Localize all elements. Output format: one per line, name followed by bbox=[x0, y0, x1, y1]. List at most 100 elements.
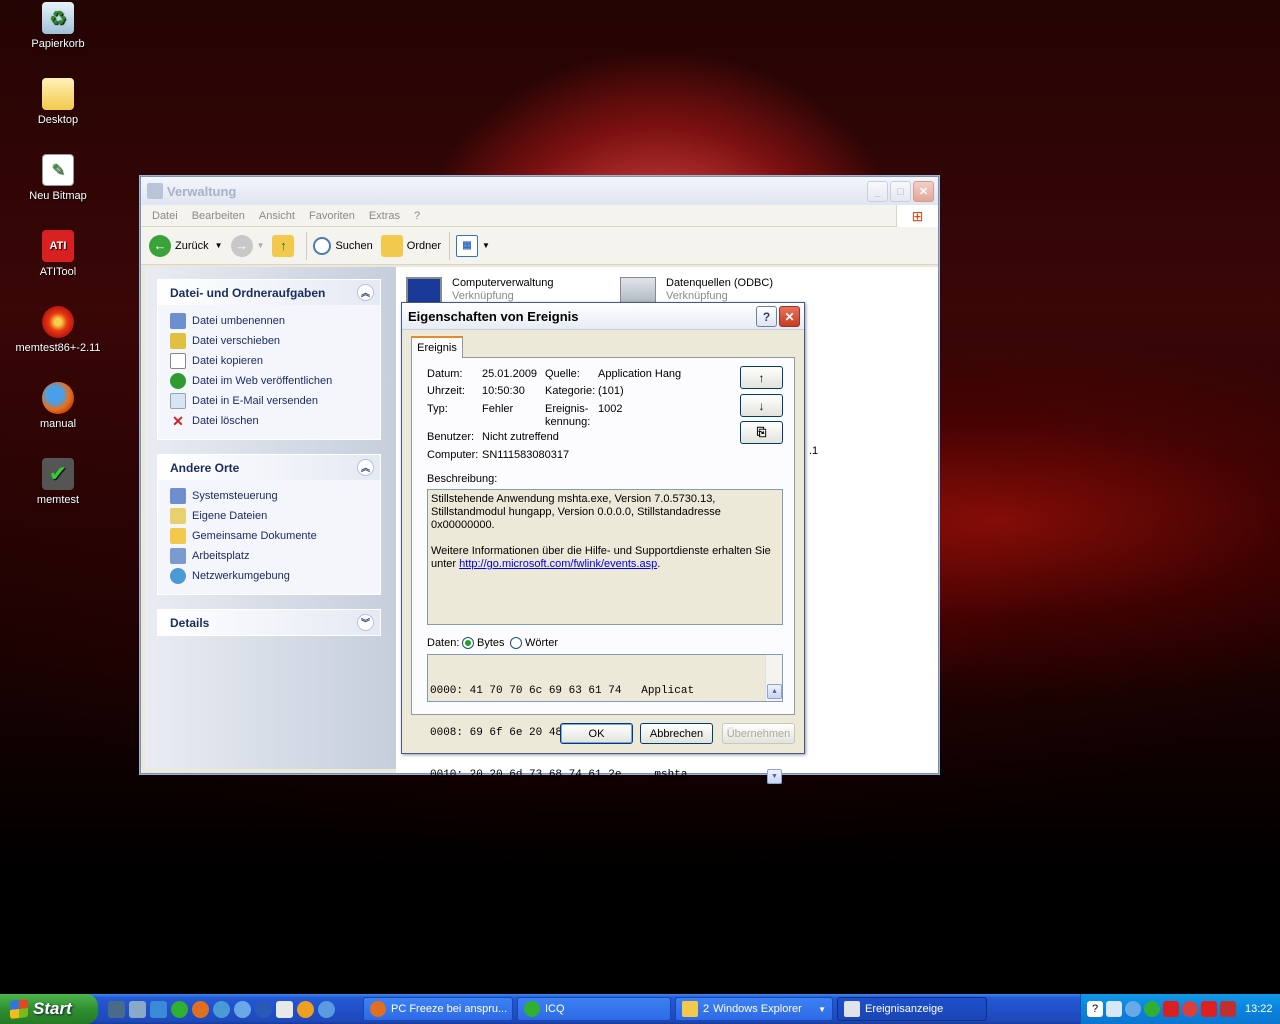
back-dropdown-icon: ▼ bbox=[214, 241, 223, 250]
help-button[interactable]: ? bbox=[756, 306, 777, 327]
place-my-documents[interactable]: Eigene Dateien bbox=[170, 506, 368, 526]
place-shared-documents[interactable]: Gemeinsame Dokumente bbox=[170, 526, 368, 546]
desktop-icon-bitmap[interactable]: ✎ Neu Bitmap bbox=[8, 154, 108, 202]
back-button[interactable]: ← Zurück ▼ bbox=[149, 234, 223, 257]
minimize-button[interactable]: _ bbox=[867, 181, 888, 202]
computer-icon bbox=[170, 548, 186, 564]
radio-words[interactable]: Wörter bbox=[510, 637, 558, 650]
maximize-button[interactable]: □ bbox=[890, 181, 911, 202]
menu-favoriten[interactable]: Favoriten bbox=[302, 210, 362, 222]
next-event-button[interactable]: ↓ bbox=[740, 394, 783, 417]
help-icon[interactable]: ? bbox=[1087, 1001, 1103, 1017]
search-icon[interactable] bbox=[213, 1000, 230, 1018]
explorer-title-bar[interactable]: Verwaltung _ □ ✕ bbox=[141, 177, 938, 205]
desktop-icon-manual[interactable]: manual bbox=[8, 382, 108, 430]
collapse-icon[interactable]: ︽ bbox=[357, 459, 374, 476]
network-icon[interactable] bbox=[1106, 1001, 1122, 1017]
description-textbox[interactable]: Stillstehende Anwendung mshta.exe, Versi… bbox=[427, 489, 783, 625]
place-network[interactable]: Netzwerkumgebung bbox=[170, 566, 368, 586]
data-label: Daten: bbox=[427, 637, 460, 649]
close-button[interactable]: ✕ bbox=[913, 181, 934, 202]
taskbar: Start PC Freeze bei anspru... ICQ 2 Wind… bbox=[0, 994, 1280, 1024]
ie-icon[interactable] bbox=[150, 1000, 167, 1018]
desktop-icon-label: Papierkorb bbox=[31, 38, 85, 50]
task-email[interactable]: Datei in E-Mail versenden bbox=[170, 391, 368, 411]
other-places-header[interactable]: Andere Orte ︽ bbox=[158, 455, 380, 480]
views-button[interactable]: ▦ ▼ bbox=[456, 234, 490, 257]
start-button[interactable]: Start bbox=[0, 994, 98, 1024]
atitool-tray-icon[interactable] bbox=[1163, 1001, 1179, 1017]
time-value: 10:50:30 bbox=[482, 385, 525, 397]
task-windows-explorer[interactable]: 2 Windows Explorer ▼ bbox=[675, 997, 833, 1021]
menu-ansicht[interactable]: Ansicht bbox=[252, 210, 302, 222]
network-tool-icon[interactable] bbox=[129, 1000, 146, 1018]
clock[interactable]: 13:22 bbox=[1245, 1003, 1273, 1015]
media-player-icon[interactable] bbox=[255, 1000, 272, 1018]
menu-help[interactable]: ? bbox=[407, 210, 427, 222]
task-event-viewer[interactable]: Ereignisanzeige bbox=[837, 997, 987, 1021]
scroll-up-icon[interactable]: ▲ bbox=[767, 684, 782, 699]
tab-event[interactable]: Ereignis bbox=[411, 336, 463, 358]
desktop-icon-atitool[interactable]: ATI ATITool bbox=[8, 230, 108, 278]
up-folder-button[interactable]: ↑ bbox=[272, 234, 298, 257]
dialog-close-button[interactable]: ✕ bbox=[779, 306, 800, 327]
antivirus-icon[interactable] bbox=[1182, 1001, 1198, 1017]
radio-words-label: Wörter bbox=[525, 637, 558, 649]
forward-button[interactable]: → ▼ bbox=[230, 234, 264, 257]
file-tasks-header[interactable]: Datei- und Ordneraufgaben ︽ bbox=[158, 280, 380, 305]
scroll-down-icon[interactable]: ▼ bbox=[767, 769, 782, 784]
task-move[interactable]: Datei verschieben bbox=[170, 331, 368, 351]
task-copy[interactable]: Datei kopieren bbox=[170, 351, 368, 371]
task-label: ICQ bbox=[545, 1003, 565, 1015]
desktop-icon-recycle-bin[interactable]: ♻ Papierkorb bbox=[8, 2, 108, 50]
menu-bearbeiten[interactable]: Bearbeiten bbox=[185, 210, 252, 222]
acrobat-icon[interactable] bbox=[1201, 1001, 1217, 1017]
desktop-icon-memtest-iso[interactable]: memtest86+-2.11 bbox=[8, 306, 108, 354]
firefox-icon[interactable] bbox=[192, 1000, 209, 1018]
desktop-icon-memtest[interactable]: ✔ memtest bbox=[8, 458, 108, 506]
details-title: Details bbox=[170, 615, 210, 630]
place-control-panel[interactable]: Systemsteuerung bbox=[170, 486, 368, 506]
desktop-icon-desktop-folder[interactable]: Desktop bbox=[8, 78, 108, 126]
task-publish[interactable]: Datei im Web veröffentlichen bbox=[170, 371, 368, 391]
tray-app-icon[interactable] bbox=[1220, 1001, 1236, 1017]
icq-tray-icon[interactable] bbox=[1144, 1001, 1160, 1017]
show-desktop-icon[interactable] bbox=[108, 1000, 125, 1018]
collapse-icon[interactable]: ︽ bbox=[357, 284, 374, 301]
expand-icon[interactable]: ︾ bbox=[357, 614, 374, 631]
icq-icon[interactable] bbox=[171, 1000, 188, 1018]
globe-icon[interactable] bbox=[318, 1000, 335, 1018]
search-button[interactable]: Suchen bbox=[313, 236, 373, 255]
previous-event-button[interactable]: ↑ bbox=[740, 366, 783, 389]
dialog-title-bar[interactable]: Eigenschaften von Ereignis ? ✕ bbox=[402, 303, 804, 330]
help-link[interactable]: http://go.microsoft.com/fwlink/events.as… bbox=[459, 558, 657, 570]
arrow-up-icon: ↑ bbox=[758, 370, 765, 385]
task-pane: Datei- und Ordneraufgaben ︽ Datei umbene… bbox=[145, 267, 396, 769]
toolbar-separator bbox=[306, 231, 308, 260]
cancel-button[interactable]: Abbrechen bbox=[640, 723, 713, 744]
hex-scrollbar[interactable]: ▲ ▼ bbox=[765, 655, 782, 784]
task-firefox[interactable]: PC Freeze bei anspru... bbox=[363, 997, 513, 1021]
radio-words-icon bbox=[510, 637, 522, 650]
messenger-icon[interactable] bbox=[234, 1000, 251, 1018]
data-hex-box[interactable]: 0000: 41 70 70 6c 69 63 61 74 Applicat 0… bbox=[427, 654, 783, 784]
menu-extras[interactable]: Extras bbox=[362, 210, 407, 222]
task-rename[interactable]: Datei umbenennen bbox=[170, 311, 368, 331]
mail-icon[interactable] bbox=[276, 1000, 293, 1018]
copy-event-button[interactable]: ⎘ bbox=[740, 421, 783, 444]
collapse-tray-icon[interactable] bbox=[1125, 1001, 1141, 1017]
info-icon[interactable] bbox=[297, 1000, 314, 1018]
file-tasks-panel: Datei- und Ordneraufgaben ︽ Datei umbene… bbox=[157, 279, 381, 440]
apply-button[interactable]: Übernehmen bbox=[722, 723, 795, 744]
details-header[interactable]: Details ︾ bbox=[158, 610, 380, 635]
place-label: Arbeitsplatz bbox=[192, 550, 250, 562]
ok-button[interactable]: OK bbox=[560, 723, 633, 744]
menu-datei[interactable]: Datei bbox=[145, 210, 185, 222]
radio-bytes[interactable]: Bytes bbox=[462, 637, 505, 650]
system-tray: ? 13:22 bbox=[1080, 994, 1280, 1024]
desktop-icon-label: memtest86+-2.11 bbox=[15, 342, 101, 354]
task-icq[interactable]: ICQ bbox=[517, 997, 671, 1021]
task-delete[interactable]: ✕ Datei löschen bbox=[170, 411, 368, 431]
place-my-computer[interactable]: Arbeitsplatz bbox=[170, 546, 368, 566]
folders-button[interactable]: Ordner bbox=[380, 234, 441, 257]
